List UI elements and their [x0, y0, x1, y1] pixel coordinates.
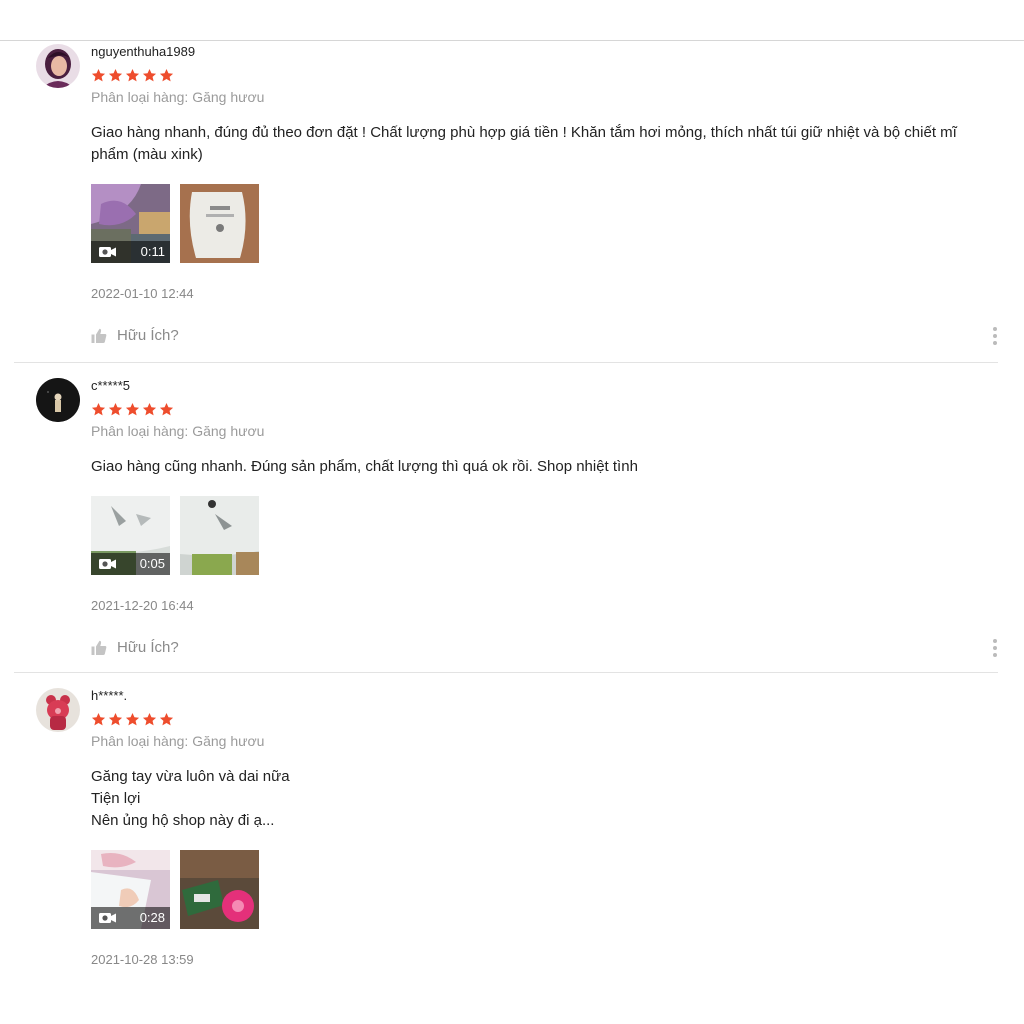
- comment-line: Găng tay vừa luôn và dai nữa: [91, 768, 290, 785]
- comment-line: Giao hàng nhanh, đúng đủ theo đơn đặt ! …: [91, 124, 957, 163]
- video-overlay: 0:05: [91, 553, 170, 575]
- product-variation: Phân loại hàng: Găng hươu: [91, 733, 265, 749]
- review-comment: Giao hàng cũng nhanh. Đúng sản phẩm, chấ…: [91, 456, 991, 478]
- more-vertical-icon[interactable]: [991, 639, 999, 657]
- reviewer-username[interactable]: nguyenthuha1989: [91, 42, 1001, 62]
- more-vertical-icon[interactable]: [991, 327, 999, 345]
- video-overlay: 0:11: [91, 241, 170, 263]
- avatar[interactable]: [36, 378, 80, 422]
- star-icon: [91, 402, 106, 416]
- star-icon: [159, 68, 174, 82]
- video-overlay: 0:28: [91, 907, 170, 929]
- review-timestamp: 2022-01-10 12:44: [91, 286, 194, 301]
- star-icon: [125, 712, 140, 726]
- review-media: 0:11: [91, 184, 1001, 263]
- helpful-label: Hữu Ích?: [117, 639, 179, 656]
- product-variation: Phân loại hàng: Găng hươu: [91, 423, 265, 439]
- avatar[interactable]: [36, 44, 80, 88]
- product-variation: Phân loại hàng: Găng hươu: [91, 89, 265, 105]
- image-thumbnail[interactable]: [180, 850, 259, 929]
- review-divider: [14, 672, 998, 673]
- reviewer-username[interactable]: h*****.: [91, 686, 1001, 706]
- video-thumbnail[interactable]: 0:05: [91, 496, 170, 575]
- review-actions: Hữu Ích?: [91, 325, 1001, 347]
- star-icon: [142, 68, 157, 82]
- video-thumbnail[interactable]: 0:11: [91, 184, 170, 263]
- helpful-button[interactable]: Hữu Ích?: [91, 637, 1001, 659]
- review-media: 0:05: [91, 496, 1001, 575]
- review-divider: [14, 362, 998, 363]
- review-comment: Găng tay vừa luôn và dai nữa Tiện lợi Nê…: [91, 766, 991, 832]
- review-comment: Giao hàng nhanh, đúng đủ theo đơn đặt ! …: [91, 122, 991, 166]
- star-icon: [142, 402, 157, 416]
- rating-stars: [91, 402, 1001, 418]
- star-icon: [91, 712, 106, 726]
- star-icon: [108, 402, 123, 416]
- video-duration: 0:28: [139, 910, 165, 925]
- video-camera-icon: [99, 913, 116, 923]
- comment-line: Giao hàng cũng nhanh. Đúng sản phẩm, chấ…: [91, 458, 638, 475]
- star-icon: [159, 712, 174, 726]
- rating-stars: [91, 712, 1001, 728]
- review-timestamp: 2021-12-20 16:44: [91, 598, 194, 613]
- star-icon: [125, 402, 140, 416]
- review-actions: Hữu Ích?: [91, 637, 1001, 659]
- review-timestamp: 2021-10-28 13:59: [91, 952, 194, 967]
- video-duration: 0:11: [140, 244, 165, 259]
- comment-line: Nên ủng hộ shop này đi ạ...: [91, 812, 275, 829]
- header-divider: [0, 40, 1024, 41]
- image-thumbnail[interactable]: [180, 496, 259, 575]
- avatar[interactable]: [36, 688, 80, 732]
- video-duration: 0:05: [139, 556, 165, 571]
- star-icon: [91, 68, 106, 82]
- thumbs-up-icon: [91, 640, 107, 655]
- thumbs-up-icon: [91, 328, 107, 343]
- star-icon: [108, 68, 123, 82]
- rating-stars: [91, 68, 1001, 84]
- helpful-button[interactable]: Hữu Ích?: [91, 325, 1001, 347]
- star-icon: [125, 68, 140, 82]
- comment-line: Tiện lợi: [91, 790, 141, 807]
- video-camera-icon: [99, 559, 116, 569]
- video-thumbnail[interactable]: 0:28: [91, 850, 170, 929]
- helpful-label: Hữu Ích?: [117, 327, 179, 344]
- star-icon: [159, 402, 174, 416]
- reviewer-username[interactable]: c*****5: [91, 376, 1001, 396]
- image-thumbnail[interactable]: [180, 184, 259, 263]
- video-camera-icon: [99, 247, 116, 257]
- star-icon: [142, 712, 157, 726]
- review-media: 0:28: [91, 850, 1001, 929]
- star-icon: [108, 712, 123, 726]
